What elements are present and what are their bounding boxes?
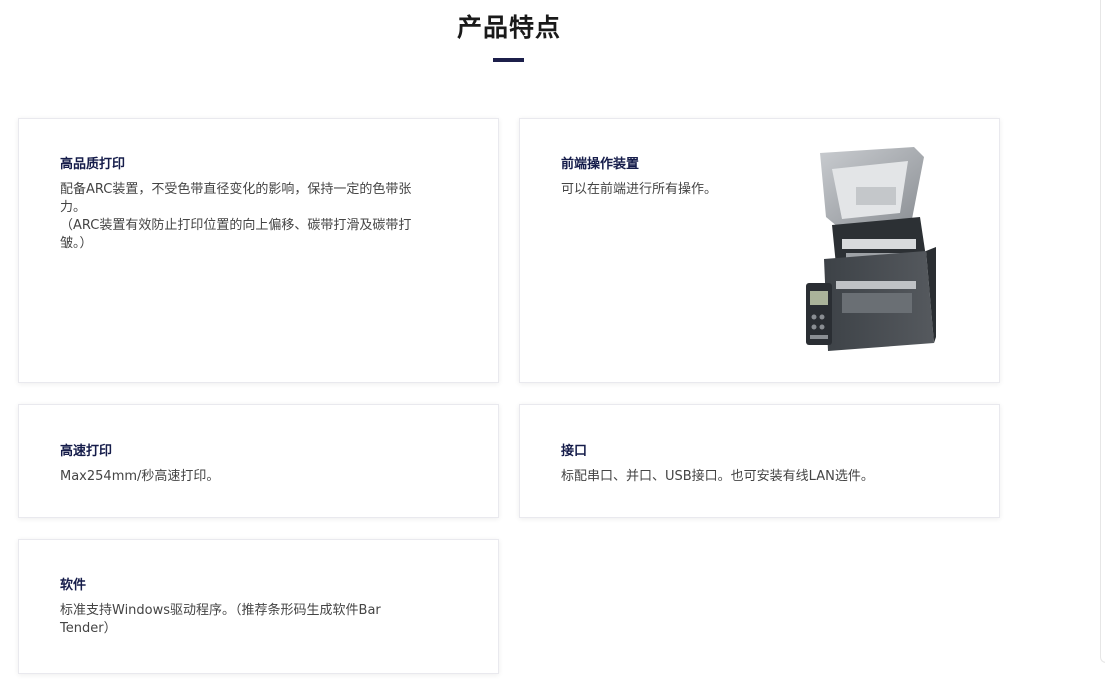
description-line: 皱。）: [60, 236, 93, 251]
description-line: Tender）: [60, 621, 117, 636]
feature-card-interface: 接口 标配串口、并口、USB接口。也可安装有线LAN选件。: [519, 404, 1000, 518]
feature-card-software: 软件 标准支持Windows驱动程序。（推荐条形码生成软件Bar Tender）: [18, 539, 499, 674]
feature-description: Max254mm/秒高速打印。: [60, 468, 480, 486]
feature-description: 可以在前端进行所有操作。: [561, 181, 801, 199]
feature-title: 软件: [60, 578, 87, 593]
feature-title: 高品质打印: [60, 157, 126, 172]
feature-description: 标配串口、并口、USB接口。也可安装有线LAN选件。: [561, 468, 981, 486]
description-line: 标配串口、并口、USB接口。也可安装有线LAN选件。: [561, 469, 874, 484]
feature-title: 高速打印: [60, 444, 113, 459]
description-line: 标准支持Windows驱动程序。（推荐条形码生成软件Bar: [60, 603, 381, 618]
description-line: 配备ARC装置，不受色带直径变化的影响，保持一定的色带张: [60, 182, 412, 197]
feature-card-high-quality-print: 高品质打印 配备ARC装置，不受色带直径变化的影响，保持一定的色带张 力。 （A…: [18, 118, 499, 383]
section-title: 产品特点: [456, 13, 561, 42]
printer-icon: [806, 147, 936, 351]
description-line: 力。: [60, 200, 87, 215]
feature-description: 配备ARC装置，不受色带直径变化的影响，保持一定的色带张 力。 （ARC装置有效…: [60, 181, 480, 253]
description-line: Max254mm/秒高速打印。: [60, 469, 220, 484]
feature-title: 前端操作装置: [561, 157, 640, 172]
features-page: 产品特点 高品质打印 配备ARC装置，不受色带直径变化的影响，保持一定的色带张 …: [0, 0, 1105, 682]
feature-card-high-speed-print: 高速打印 Max254mm/秒高速打印。: [18, 404, 499, 518]
feature-description: 标准支持Windows驱动程序。（推荐条形码生成软件Bar Tender）: [60, 602, 480, 638]
description-line: 可以在前端进行所有操作。: [561, 182, 718, 197]
description-line: （ARC装置有效防止打印位置的向上偏移、碳带打滑及碳带打: [60, 218, 412, 233]
feature-card-front-operation: 前端操作装置 可以在前端进行所有操作。: [519, 118, 1000, 383]
feature-title: 接口: [561, 444, 588, 459]
title-underline: [493, 58, 524, 62]
side-panel: [1100, 0, 1105, 663]
